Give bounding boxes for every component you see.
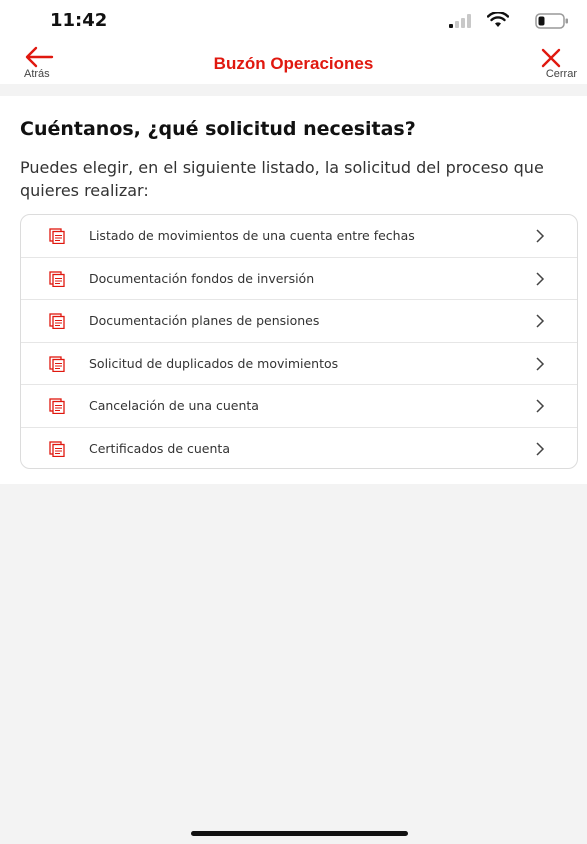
document-icon — [49, 398, 65, 414]
list-item-certificados[interactable]: Certificados de cuenta — [21, 428, 577, 469]
close-button[interactable]: Cerrar — [527, 44, 577, 84]
list-item-label: Documentación fondos de inversión — [89, 270, 315, 286]
status-time: 11:42 — [50, 10, 108, 31]
list-item-label: Listado de movimientos de una cuenta ent… — [89, 228, 415, 243]
list-item-label: Solicitud de duplicados de movimientos — [89, 355, 339, 371]
list-item-cancelacion[interactable]: Cancelación de una cuenta — [21, 385, 577, 428]
section-subtitle: Puedes elegir, en el siguiente listado, … — [20, 158, 544, 200]
battery-icon — [535, 13, 568, 29]
list-item-duplicados[interactable]: Solicitud de duplicados de movimientos — [21, 343, 577, 385]
list-item-movimientos[interactable]: Listado de movimientos de una cuenta ent… — [21, 215, 577, 258]
chevron-right-icon — [536, 229, 545, 243]
page-title: Buzón Operaciones — [213, 54, 374, 73]
document-icon — [49, 355, 65, 372]
separator — [0, 84, 587, 96]
status-icons — [429, 12, 569, 30]
chevron-right-icon — [536, 314, 545, 328]
chevron-right-icon — [536, 271, 545, 286]
status-bar: 11:42 — [0, 0, 587, 44]
request-list: Listado de movimientos de una cuenta ent… — [20, 214, 578, 469]
chevron-right-icon — [536, 356, 545, 371]
app-screen: 11:42 Atrás Buzón Operaciones Cerrar Cué… — [0, 0, 587, 844]
document-icon — [49, 228, 65, 244]
main-content: Cuéntanos, ¿qué solicitud necesitas? Pue… — [0, 96, 587, 484]
document-icon — [49, 440, 65, 457]
list-item-label: Documentación planes de pensiones — [89, 313, 320, 328]
navigation-bar: Atrás Buzón Operaciones Cerrar — [0, 44, 587, 84]
document-icon — [49, 270, 65, 287]
list-item-pensiones[interactable]: Documentación planes de pensiones — [21, 300, 577, 343]
document-icon — [49, 313, 65, 329]
wifi-icon — [487, 12, 509, 27]
close-icon — [541, 48, 561, 68]
home-indicator[interactable] — [191, 831, 408, 836]
list-item-fondos[interactable]: Documentación fondos de inversión — [21, 258, 577, 300]
list-item-label: Cancelación de una cuenta — [89, 398, 259, 413]
list-item-label: Certificados de cuenta — [89, 440, 230, 456]
signal-icon — [449, 14, 471, 28]
close-label: Cerrar — [545, 68, 577, 80]
chevron-right-icon — [536, 441, 545, 456]
chevron-right-icon — [536, 399, 545, 413]
section-heading: Cuéntanos, ¿qué solicitud necesitas? — [20, 118, 416, 140]
